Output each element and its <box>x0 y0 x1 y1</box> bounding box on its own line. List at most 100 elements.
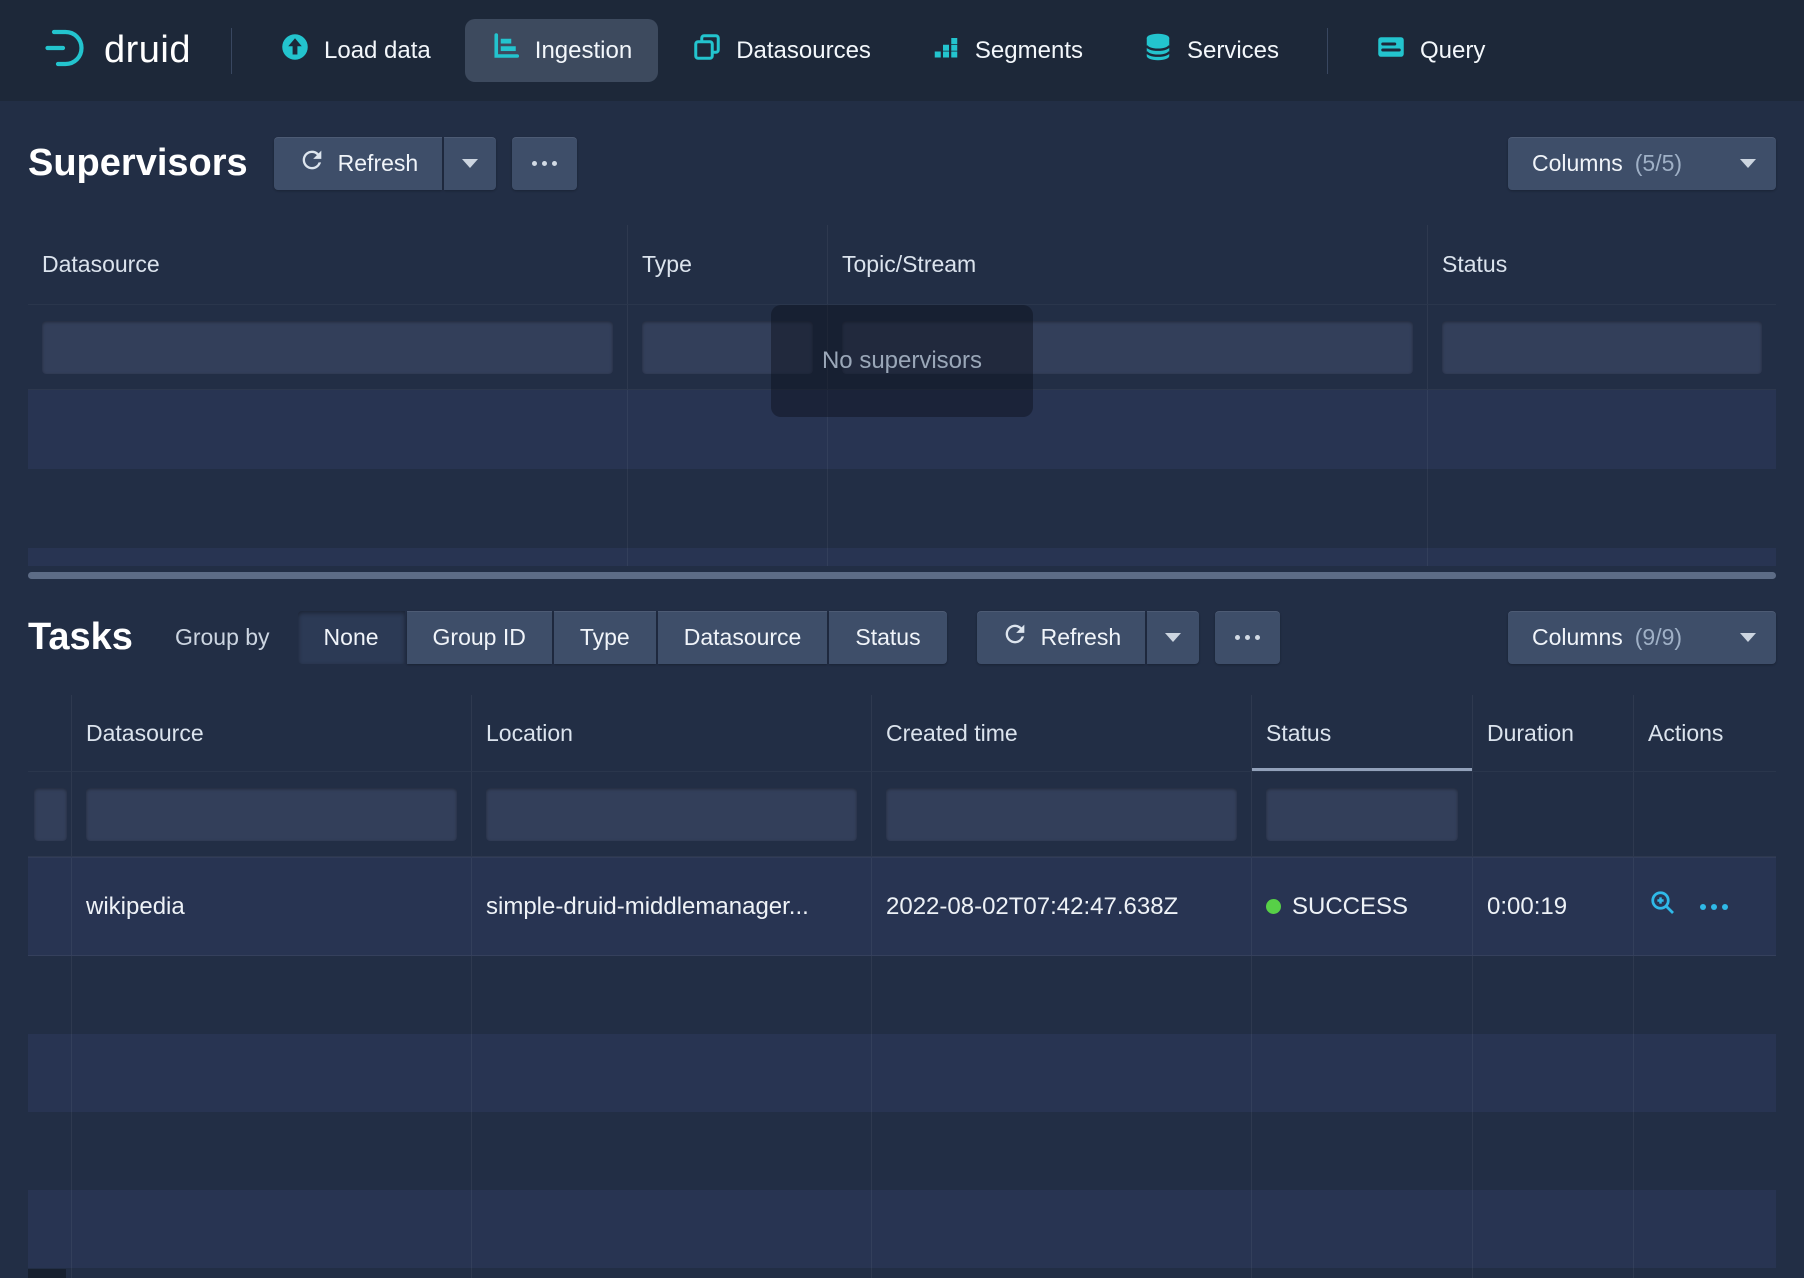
group-by-button-group: None Group ID Type Datasource Status <box>298 611 947 664</box>
group-by-type-button[interactable]: Type <box>554 611 656 664</box>
column-header-topic-stream[interactable]: Topic/Stream <box>828 225 1428 304</box>
task-id-filter-input[interactable] <box>34 788 67 841</box>
no-supervisors-message: No supervisors <box>771 305 1033 417</box>
tasks-filter-row <box>28 772 1776 857</box>
chevron-down-icon <box>1165 633 1181 642</box>
chevron-down-icon <box>462 159 478 168</box>
task-datasource-filter-input[interactable] <box>86 788 457 841</box>
more-dots-icon <box>1235 635 1260 640</box>
column-header-blank <box>28 695 72 771</box>
table-row <box>28 1034 1776 1112</box>
ingestion-icon <box>491 32 521 69</box>
supervisors-refresh-label: Refresh <box>338 150 419 177</box>
tasks-header: Tasks Group by None Group ID Type Dataso… <box>0 579 1804 695</box>
nav-datasources[interactable]: Datasources <box>666 19 897 82</box>
task-location-cell: simple-druid-middlemanager... <box>472 858 872 955</box>
chevron-down-icon <box>1740 633 1756 642</box>
column-header-created-time[interactable]: Created time <box>872 695 1252 771</box>
logo-text: druid <box>104 29 191 72</box>
supervisors-refresh-split: Refresh <box>274 137 497 190</box>
column-header-status[interactable]: Status <box>1428 225 1776 304</box>
column-header-datasource[interactable]: Datasource <box>72 695 472 771</box>
column-header-actions[interactable]: Actions <box>1634 695 1776 771</box>
task-status-text: SUCCESS <box>1292 893 1408 921</box>
column-header-type[interactable]: Type <box>628 225 828 304</box>
table-row <box>28 548 1776 566</box>
tasks-header-row: Datasource Location Created time Status … <box>28 695 1776 772</box>
task-datasource-cell: wikipedia <box>72 858 472 955</box>
columns-count: (9/9) <box>1635 624 1682 651</box>
supervisors-title: Supervisors <box>28 142 248 185</box>
columns-count: (5/5) <box>1635 150 1682 177</box>
services-icon <box>1143 32 1173 69</box>
datasources-icon <box>692 32 722 69</box>
table-row <box>28 1190 1776 1268</box>
column-header-datasource[interactable]: Datasource <box>28 225 628 304</box>
task-created-time-filter-input[interactable] <box>886 788 1237 841</box>
segments-icon <box>931 32 961 69</box>
group-by-datasource-button[interactable]: Datasource <box>658 611 828 664</box>
supervisors-header-row: Datasource Type Topic/Stream Status <box>28 225 1776 305</box>
horizontal-scrollbar[interactable] <box>28 572 1776 579</box>
query-icon <box>1376 32 1406 69</box>
task-location-filter-input[interactable] <box>486 788 857 841</box>
druid-logo[interactable]: druid <box>42 25 191 76</box>
supervisors-table: No supervisors Datasource Type Topic/Str… <box>28 225 1776 566</box>
status-success-dot-icon <box>1266 899 1281 914</box>
supervisor-status-filter-input[interactable] <box>1442 321 1762 374</box>
nav-ingestion-label: Ingestion <box>535 37 632 65</box>
table-row <box>28 469 1776 548</box>
tasks-refresh-interval-button[interactable] <box>1147 611 1199 664</box>
tasks-columns-button[interactable]: Columns (9/9) <box>1508 611 1776 664</box>
column-header-status[interactable]: Status <box>1252 695 1473 771</box>
task-row-wikipedia[interactable]: wikipedia simple-druid-middlemanager... … <box>28 857 1776 956</box>
task-actions-menu-button[interactable] <box>1700 904 1728 910</box>
nav-divider <box>231 28 232 74</box>
group-by-group-id-button[interactable]: Group ID <box>407 611 552 664</box>
tasks-title: Tasks <box>28 616 133 659</box>
nav-segments-label: Segments <box>975 37 1083 65</box>
task-details-button[interactable] <box>1648 888 1678 925</box>
group-by-none-button[interactable]: None <box>298 611 405 664</box>
top-navbar: druid Load data Ingestion Datasources Se… <box>0 0 1804 101</box>
tasks-refresh-split: Refresh <box>977 611 1200 664</box>
tasks-table: Datasource Location Created time Status … <box>28 695 1776 1278</box>
nav-load-data[interactable]: Load data <box>254 19 457 82</box>
nav-services[interactable]: Services <box>1117 19 1305 82</box>
supervisors-more-button[interactable] <box>512 137 577 190</box>
horizontal-scrollbar-corner[interactable] <box>28 1269 66 1278</box>
tasks-refresh-label: Refresh <box>1041 624 1122 651</box>
column-header-location[interactable]: Location <box>472 695 872 771</box>
task-status-filter-input[interactable] <box>1266 788 1458 841</box>
nav-ingestion[interactable]: Ingestion <box>465 19 658 82</box>
nav-load-data-label: Load data <box>324 37 431 65</box>
task-created-time-cell: 2022-08-02T07:42:47.638Z <box>872 858 1252 955</box>
columns-label: Columns <box>1532 624 1623 651</box>
druid-logo-icon <box>42 25 88 76</box>
table-row <box>28 956 1776 1034</box>
supervisors-header: Supervisors Refresh Columns (5/5) <box>0 101 1804 225</box>
supervisors-refresh-interval-button[interactable] <box>444 137 496 190</box>
nav-query[interactable]: Query <box>1350 19 1511 82</box>
group-by-status-button[interactable]: Status <box>829 611 946 664</box>
supervisors-refresh-button[interactable]: Refresh <box>274 137 443 190</box>
supervisor-datasource-filter-input[interactable] <box>42 321 613 374</box>
column-header-duration[interactable]: Duration <box>1473 695 1634 771</box>
refresh-icon <box>1001 620 1029 654</box>
chevron-down-icon <box>1740 159 1756 168</box>
task-status-cell: SUCCESS <box>1252 858 1473 955</box>
refresh-icon <box>298 146 326 180</box>
tasks-refresh-button[interactable]: Refresh <box>977 611 1146 664</box>
table-row <box>28 1268 1776 1278</box>
tasks-more-button[interactable] <box>1215 611 1280 664</box>
magnifier-icon <box>1648 888 1678 918</box>
group-by-label: Group by <box>175 624 270 651</box>
nav-query-label: Query <box>1420 37 1485 65</box>
nav-segments[interactable]: Segments <box>905 19 1109 82</box>
nav-datasources-label: Datasources <box>736 37 871 65</box>
columns-label: Columns <box>1532 150 1623 177</box>
load-data-icon <box>280 32 310 69</box>
more-dots-icon <box>532 161 557 166</box>
nav-divider-2 <box>1327 28 1328 74</box>
supervisors-columns-button[interactable]: Columns (5/5) <box>1508 137 1776 190</box>
